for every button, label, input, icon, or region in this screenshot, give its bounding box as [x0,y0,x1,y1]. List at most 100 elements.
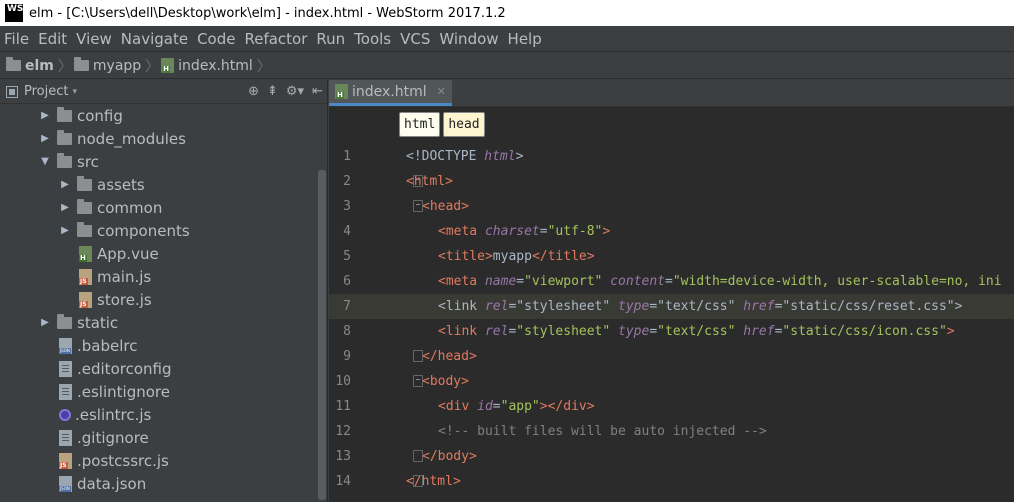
code-line: 14 </html> [329,469,1014,494]
breadcrumb-separator: 〉 [57,58,72,75]
tree-item-common[interactable]: common [0,196,327,219]
tree-item-app-vue[interactable]: App.vue [0,242,327,265]
tree-item-eslintrc-js[interactable]: .eslintrc.js [0,403,327,426]
menu-refactor[interactable]: Refactor [240,30,312,48]
gutter [351,169,423,194]
code-line: 13 </body> [329,444,1014,469]
expand-arrow-icon[interactable] [58,225,72,236]
code-comment: <!-- built files will be auto injected -… [438,424,767,439]
tree-item-static[interactable]: static [0,311,327,334]
line-number: 7 [343,299,351,314]
menu-vcs[interactable]: VCS [396,30,435,48]
menu-tools[interactable]: Tools [350,30,396,48]
locate-file-icon[interactable]: ⊕ [248,84,259,99]
gutter [351,144,406,169]
tree-item-label: .eslintignore [77,382,170,401]
tree-item-main-js[interactable]: main.js [0,265,327,288]
tree-item-assets[interactable]: assets [0,173,327,196]
line-number: 6 [343,274,351,289]
fold-marker-icon[interactable] [413,475,423,487]
expand-arrow-icon[interactable] [38,317,52,328]
js-file-icon [79,291,92,308]
menu-view[interactable]: View [72,30,117,48]
tree-item-components[interactable]: components [0,219,327,242]
line-number: 3 [343,199,351,214]
settings-gear-icon[interactable]: ⚙▾ [286,84,304,99]
collapse-arrow-icon[interactable] [38,156,52,167]
expand-arrow-icon[interactable] [58,179,72,190]
vue-file-icon [79,245,92,262]
fold-marker-icon[interactable] [413,450,423,462]
breadcrumb-folder[interactable]: myapp [73,57,142,74]
fold-marker-icon[interactable] [413,200,423,212]
tree-item-label: .postcssrc.js [77,451,169,470]
tree-item-label: config [77,106,123,125]
expand-arrow-icon[interactable] [38,110,52,121]
tree-item-node-modules[interactable]: node_modules [0,127,327,150]
line-number: 11 [335,399,351,414]
close-icon[interactable]: ✕ [437,85,446,98]
text-file-icon [59,360,72,377]
tree-item-eslintignore[interactable]: .eslintignore [0,380,327,403]
code-text: <meta charset="utf-8"> [438,224,611,239]
editor-pane: index.html ✕ html head 1 <!DOCTYPE html>… [329,80,1014,502]
menu-edit[interactable]: Edit [34,30,72,48]
menu-window[interactable]: Window [435,30,503,48]
tree-item-babelrc[interactable]: .babelrc [0,334,327,357]
hide-panel-icon[interactable]: ⇤ [312,84,323,99]
tab-index-html[interactable]: index.html ✕ [329,80,452,106]
tree-item-label: .eslintrc.js [75,405,152,424]
tab-label: index.html [352,83,427,100]
text-file-icon [59,383,72,400]
tree-item-src[interactable]: src [0,150,327,173]
tree-item-label: components [97,221,190,240]
code-line: 10 <body> [329,369,1014,394]
code-text: <div id="app"></div> [438,399,595,414]
tree-item-data-json[interactable]: data.json [0,472,327,495]
dropdown-caret-icon[interactable]: ▾ [72,87,77,97]
breadcrumb-root[interactable]: elm [6,57,54,74]
code-line: 6 <meta name="viewport" content="width=d… [329,269,1014,294]
tree-item-postcssrc-js[interactable]: .postcssrc.js [0,449,327,472]
tag-breadcrumb-head[interactable]: head [443,111,485,137]
menu-run[interactable]: Run [312,30,350,48]
breadcrumb-file[interactable]: index.html [161,58,253,74]
project-view-selector[interactable]: Project [24,84,68,99]
fold-marker-icon[interactable] [413,350,423,362]
line-number: 9 [343,349,351,364]
code-line: 9 </head> [329,344,1014,369]
menu-code[interactable]: Code [193,30,240,48]
tag-breadcrumb-html[interactable]: html [399,111,441,137]
code-line: 5 <title>myapp</title> [329,244,1014,269]
code-line: 8 <link rel="stylesheet" type="text/css"… [329,319,1014,344]
js-file-icon [59,452,72,469]
project-scrollbar[interactable] [318,170,326,500]
tree-item-editorconfig[interactable]: .editorconfig [0,357,327,380]
expand-arrow-icon[interactable] [38,133,52,144]
editor-tabs: index.html ✕ [329,80,1014,107]
menu-navigate[interactable]: Navigate [117,30,193,48]
line-number: 5 [343,249,351,264]
title-bar: WS elm - [C:\Users\dell\Desktop\work\elm… [0,0,1014,26]
tree-item-label: assets [97,175,145,194]
folder-icon [6,57,21,71]
line-number: 8 [343,324,351,339]
menu-file[interactable]: File [0,30,34,48]
expand-arrow-icon[interactable] [58,202,72,213]
code-text: <title>myapp</title> [438,249,595,264]
line-number: 2 [343,174,351,189]
breadcrumb-separator: 〉 [256,58,271,75]
tree-item-store-js[interactable]: store.js [0,288,327,311]
gutter [351,444,423,469]
fold-marker-icon[interactable] [413,375,423,387]
tree-item-gitignore[interactable]: .gitignore [0,426,327,449]
breadcrumb-folder-label: myapp [92,57,142,74]
code-line: 11 <div id="app"></div> [329,394,1014,419]
tree-item-config[interactable]: config [0,104,327,127]
line-number: 4 [343,224,351,239]
code-area[interactable]: 1 <!DOCTYPE html> 2 <html> 3 <head> 4 <m… [329,144,1014,494]
fold-marker-icon[interactable] [413,175,423,187]
menu-help[interactable]: Help [504,30,547,48]
collapse-all-icon[interactable]: ⇞ [267,84,278,99]
js-file-icon [79,268,92,285]
